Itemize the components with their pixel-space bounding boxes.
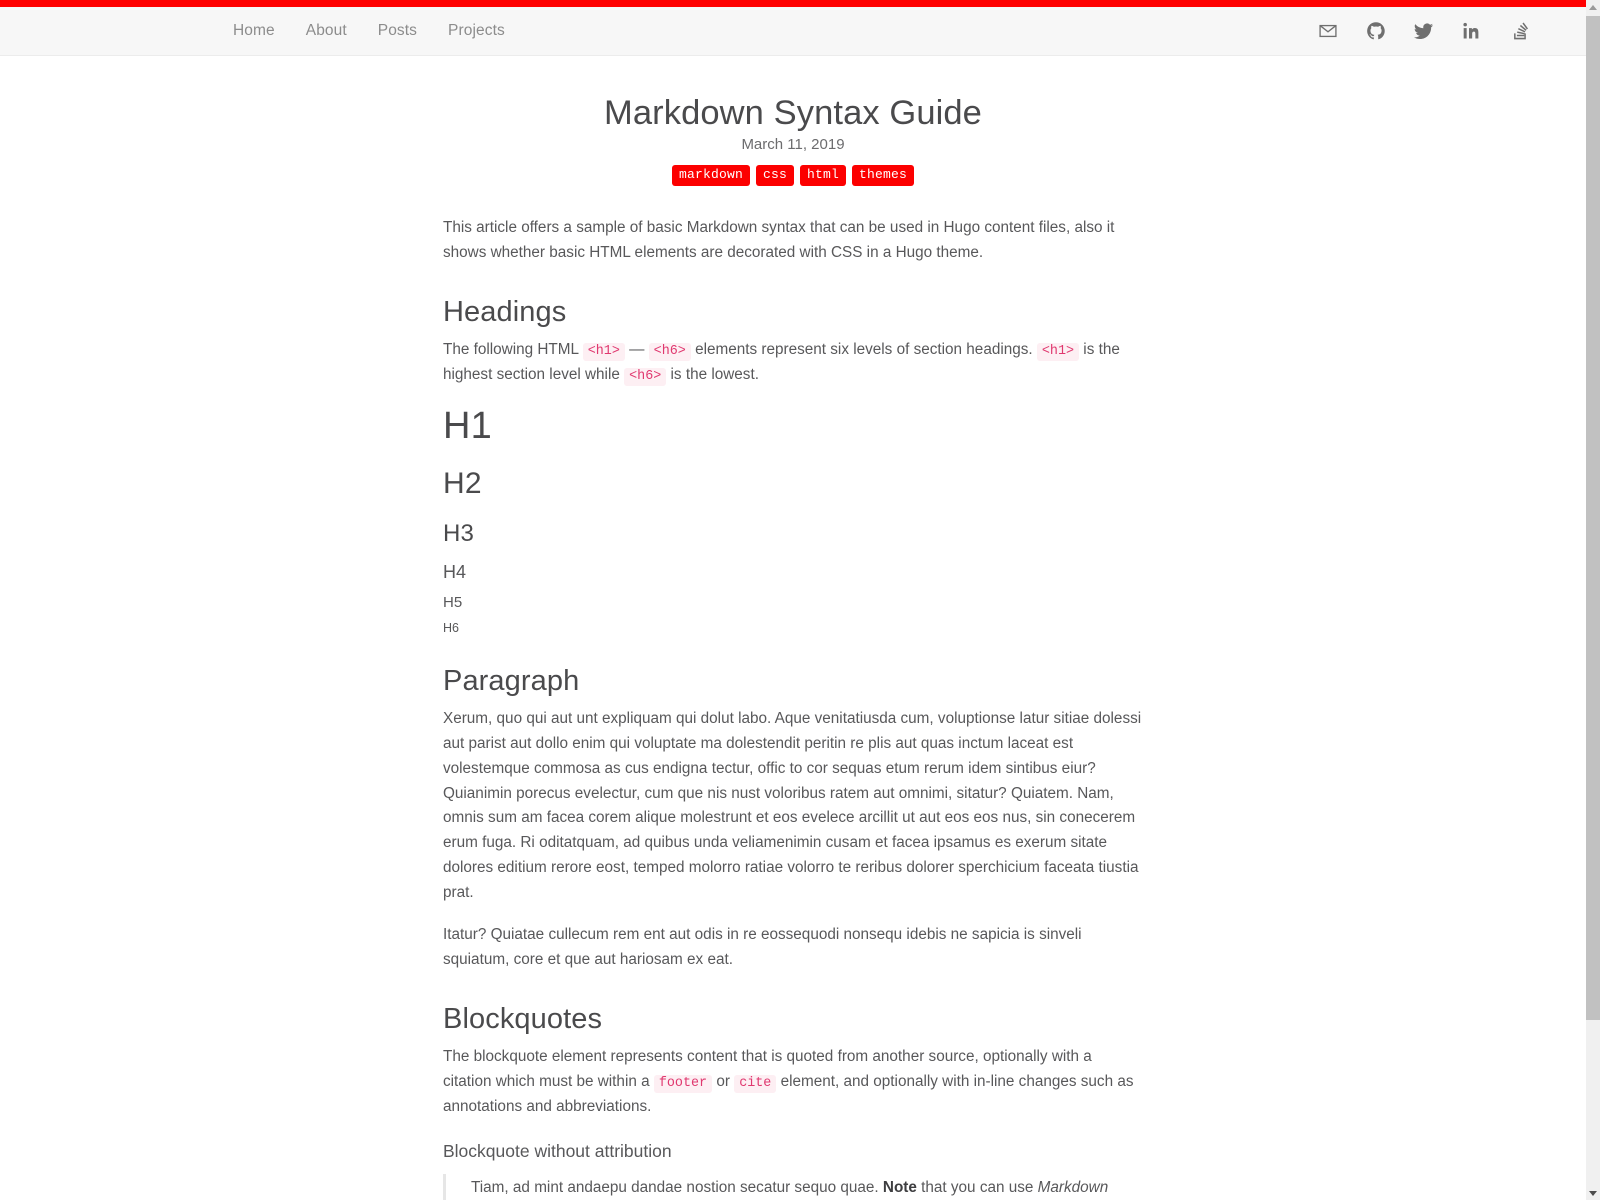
nav-link-posts[interactable]: Posts xyxy=(378,22,417,40)
page-viewport: Home About Posts Projects Markdown Synta… xyxy=(0,0,1586,1200)
tag-html[interactable]: html xyxy=(800,165,847,187)
heading-sample-h2: H2 xyxy=(443,467,482,501)
code-h6-second: <h6> xyxy=(624,367,667,386)
vertical-scrollbar[interactable] xyxy=(1586,0,1600,1200)
headings-desc-b: elements represent six levels of section… xyxy=(695,340,1033,358)
heading-sample-h3: H3 xyxy=(443,520,475,548)
section-heading-paragraph: Paragraph xyxy=(443,665,580,698)
linkedin-icon[interactable] xyxy=(1461,21,1482,42)
bq1-text-a: Tiam, ad mint andaepu dandae nostion sec… xyxy=(471,1179,879,1197)
heading-sample-h1: H1 xyxy=(443,405,492,448)
paragraph-body-2: Itatur? Quiatae cullecum rem ent aut odi… xyxy=(443,926,1082,969)
scroll-up-arrow-icon[interactable] xyxy=(1586,0,1600,14)
nav-link-home[interactable]: Home xyxy=(233,22,275,40)
top-accent-bar xyxy=(0,0,1586,7)
github-icon[interactable] xyxy=(1365,21,1386,42)
page-title: Markdown Syntax Guide xyxy=(604,94,982,132)
tag-markdown[interactable]: markdown xyxy=(671,165,750,187)
em-dash: — xyxy=(629,340,645,358)
scroll-down-arrow-icon[interactable] xyxy=(1586,1186,1600,1200)
scrollbar-thumb[interactable] xyxy=(1586,16,1600,1020)
tag-themes[interactable]: themes xyxy=(852,165,915,187)
tag-css[interactable]: css xyxy=(755,165,794,187)
blockquote-without-attribution: Tiam, ad mint andaepu dandae nostion sec… xyxy=(443,1174,1143,1200)
nav-link-projects[interactable]: Projects xyxy=(448,22,505,40)
blockquote-without-attribution-label: Blockquote without attribution xyxy=(443,1141,672,1162)
nav-links: Home About Posts Projects xyxy=(233,22,505,40)
blockquotes-description: The blockquote element represents conten… xyxy=(443,1045,1143,1119)
nav-social-links xyxy=(1317,21,1530,42)
blockquotes-desc-or: or xyxy=(716,1072,730,1090)
paragraph-body-1: Xerum, quo qui aut unt expliquam qui dol… xyxy=(443,710,1142,901)
code-h1-second: <h1> xyxy=(1036,342,1080,361)
code-footer: footer xyxy=(653,1074,713,1093)
main-navigation: Home About Posts Projects xyxy=(0,7,1586,56)
blockquote-without-attribution-text: Tiam, ad mint andaepu dandae nostion sec… xyxy=(471,1176,1143,1200)
heading-sample-h5: H5 xyxy=(443,594,463,612)
nav-link-about[interactable]: About xyxy=(306,22,347,40)
tag-list: markdown css html themes xyxy=(443,165,1143,187)
section-heading-headings: Headings xyxy=(443,295,567,328)
section-heading-blockquotes: Blockquotes xyxy=(443,1002,603,1035)
email-icon[interactable] xyxy=(1317,21,1338,42)
code-h6-first: <h6> xyxy=(648,342,691,361)
post-article: Markdown Syntax Guide March 11, 2019 mar… xyxy=(443,56,1143,1200)
twitter-icon[interactable] xyxy=(1413,21,1434,42)
post-intro: This article offers a sample of basic Ma… xyxy=(443,219,1115,262)
stackoverflow-icon[interactable] xyxy=(1509,21,1530,42)
heading-sample-h6: H6 xyxy=(443,621,459,636)
heading-sample-h4: H4 xyxy=(443,562,467,583)
headings-desc-d: is the lowest. xyxy=(670,365,759,383)
headings-desc-a: The following HTML xyxy=(443,340,579,358)
bq1-text-b: that you can use xyxy=(921,1179,1034,1197)
headings-description: The following HTML <h1> — <h6> elements … xyxy=(443,338,1143,388)
bq1-bold-note: Note xyxy=(882,1179,917,1197)
code-cite: cite xyxy=(734,1074,777,1093)
post-date: March 11, 2019 xyxy=(741,136,845,153)
code-h1-first: <h1> xyxy=(582,342,625,361)
